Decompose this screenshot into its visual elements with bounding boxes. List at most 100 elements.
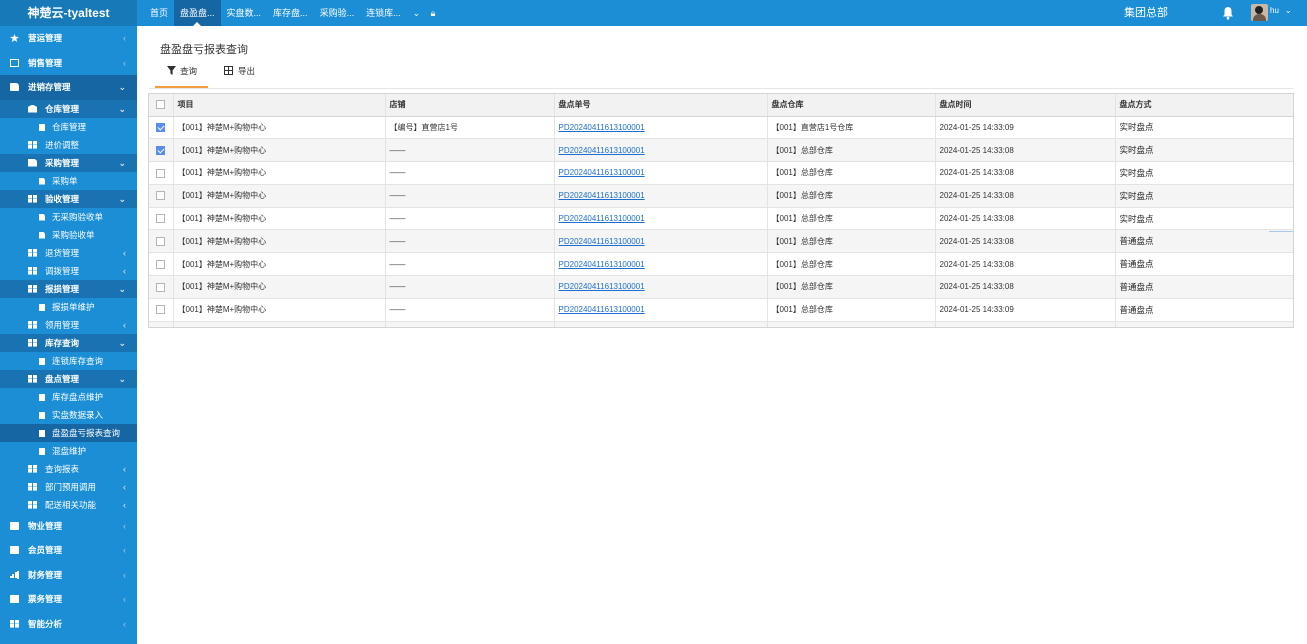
sidebar-item-0[interactable]: 营运管理 ‹ — [0, 26, 137, 51]
order-link[interactable]: PD20240411613100001 — [559, 282, 645, 291]
column-header[interactable]: 盘点仓库 — [767, 94, 936, 117]
sidebar-item-23[interactable]: 查询报表 ‹ — [0, 460, 137, 478]
sidebar-item-21[interactable]: 盘盈盘亏报表查询 — [0, 423, 137, 442]
sidebar-item-16[interactable]: 库存查询 ⌄ — [0, 333, 137, 352]
table-row[interactable]: 【001】神楚M+购物中心 【编号】直营店1号 PD2024041161310000… — [149, 116, 1293, 140]
table-row[interactable]: 【001】神楚M+购物中心 —— PD20240411613100001 【001】总… — [149, 161, 1293, 185]
row-checkbox[interactable] — [149, 161, 174, 185]
cell-order[interactable]: PD20240411613100001 — [554, 138, 768, 163]
sidebar-item-24[interactable]: 部门预用调用 ‹ — [0, 478, 137, 496]
checkbox[interactable] — [156, 237, 166, 247]
export-button[interactable]: 导出 — [224, 65, 255, 87]
sidebar-item-30[interactable]: 智能分析 ‹ — [0, 612, 137, 637]
cell-order[interactable]: PD20240411613100001 — [554, 116, 768, 140]
checkbox[interactable] — [156, 191, 166, 201]
tab-3[interactable]: 库存盘... — [267, 0, 314, 26]
cell-order[interactable]: PD20240411613100001 — [554, 229, 768, 254]
row-checkbox[interactable] — [149, 207, 174, 231]
sidebar-item-2[interactable]: 进销存管理 ⌄ — [0, 75, 137, 100]
cell-order[interactable]: PD20240411613100001 — [554, 298, 768, 322]
avatar[interactable] — [1251, 4, 1268, 21]
row-checkbox[interactable] — [149, 229, 174, 254]
cell-order[interactable]: PD20240411613100001 — [554, 275, 768, 299]
sidebar-item-9[interactable]: 无采购验收单 — [0, 208, 137, 226]
order-link[interactable]: PD20240411613100001 — [559, 123, 645, 132]
table-row[interactable]: 【001】神楚M+购物中心 —— PD20240411613100001 【001】总… — [149, 138, 1293, 163]
chevron-down-icon[interactable]: ⌄ — [1285, 0, 1292, 22]
sidebar-item-4[interactable]: 仓库管理 — [0, 118, 137, 136]
column-header[interactable]: 盘点单号 — [554, 94, 768, 117]
sidebar-item-12[interactable]: 调拨管理 ‹ — [0, 262, 137, 280]
tab-2[interactable]: 实盘数... — [221, 0, 268, 26]
select-all-checkbox[interactable] — [149, 94, 174, 117]
table-row[interactable]: 【001】神楚M+购物中心 —— PD20240411613100001 【001】总… — [149, 184, 1293, 208]
sidebar-item-20[interactable]: 实盘数据录入 — [0, 406, 137, 424]
sidebar-item-22[interactable]: 混盘维护 — [0, 442, 137, 460]
sidebar-item-27[interactable]: 会员管理 ‹ — [0, 538, 137, 563]
checkbox[interactable] — [156, 282, 166, 292]
sidebar-item-26[interactable]: 物业管理 ‹ — [0, 514, 137, 539]
sidebar-item-5[interactable]: 进价调整 — [0, 136, 137, 154]
order-link[interactable]: PD20240411613100001 — [559, 237, 645, 246]
sidebar-item-1[interactable]: 销售管理 ‹ — [0, 51, 137, 76]
org-name[interactable]: 集团总部 — [1124, 0, 1168, 26]
table-row[interactable]: 【001】神楚M+购物中心 —— PD20240411613100001 【001】总… — [149, 298, 1293, 322]
chevron-down-icon[interactable]: ⌄ — [407, 0, 425, 26]
checkbox[interactable] — [156, 214, 166, 224]
order-link[interactable]: PD20240411613100001 — [559, 146, 645, 155]
cell-order[interactable]: PD20240411613100001 — [554, 207, 768, 231]
sidebar-item-11[interactable]: 退货管理 ‹ — [0, 244, 137, 262]
bell-icon[interactable] — [1222, 6, 1234, 20]
table-row[interactable]: 【001】神楚M+购物中心 —— PD20240411613100001 【001】总… — [149, 252, 1293, 277]
sidebar-item-7[interactable]: 采购单 — [0, 172, 137, 190]
checkbox[interactable] — [156, 145, 166, 155]
order-link[interactable]: PD20240411613100001 — [559, 168, 645, 177]
sidebar-item-25[interactable]: 配送相关功能 ‹ — [0, 496, 137, 514]
sidebar-item-19[interactable]: 库存盘点维护 — [0, 388, 137, 406]
column-header[interactable]: 项目 — [173, 94, 386, 117]
row-checkbox[interactable] — [149, 138, 174, 163]
tab-0[interactable]: 首页 — [144, 0, 174, 26]
cell-order[interactable]: PD20240411613100001 — [554, 252, 768, 277]
scrollbar[interactable] — [1269, 231, 1293, 232]
order-link[interactable]: PD20240411613100001 — [559, 214, 645, 223]
cell-order[interactable]: PD20240411613100001 — [554, 161, 768, 185]
column-header[interactable]: 盘点时间 — [935, 94, 1116, 117]
sidebar-item-29[interactable]: 票务管理 ‹ — [0, 587, 137, 612]
order-link[interactable]: PD20240411613100001 — [559, 260, 645, 269]
row-checkbox[interactable] — [149, 252, 174, 277]
order-link[interactable]: PD20240411613100001 — [559, 191, 645, 200]
user-name[interactable]: hu — [1270, 0, 1279, 22]
lock-icon[interactable]: 🔒︎ — [425, 0, 439, 26]
cell-order[interactable]: PD20240411613100001 — [554, 184, 768, 208]
checkbox[interactable] — [156, 168, 166, 178]
row-checkbox[interactable] — [149, 275, 174, 299]
table-row[interactable]: 【001】神楚M+购物中心 —— PD20240411613100001 【001】总… — [149, 275, 1293, 299]
column-header[interactable]: 盘点方式 — [1115, 94, 1293, 117]
sidebar-item-28[interactable]: 财务管理 ‹ — [0, 563, 137, 588]
table-row[interactable]: 【001】神楚M+购物中心 —— PD20240411613100001 【001】总… — [149, 229, 1293, 254]
sidebar-item-8[interactable]: 验收管理 ⌄ — [0, 189, 137, 208]
checkbox[interactable] — [156, 305, 166, 315]
row-checkbox[interactable] — [149, 184, 174, 208]
tab-1[interactable]: 盘盈盘... — [174, 0, 221, 26]
sidebar-item-18[interactable]: 盘点管理 ⌄ — [0, 369, 137, 388]
sidebar-item-10[interactable]: 采购验收单 — [0, 226, 137, 244]
sidebar-item-3[interactable]: 仓库管理 ⌄ — [0, 99, 137, 118]
app-title[interactable]: 神楚云-tyaltest — [0, 0, 137, 26]
checkbox[interactable] — [156, 123, 166, 133]
table-row[interactable]: 【001】神楚M+购物中心 —— PD20240411613100001 【001】总… — [149, 207, 1293, 231]
row-checkbox[interactable] — [149, 298, 174, 322]
sidebar-item-6[interactable]: 采购管理 ⌄ — [0, 153, 137, 172]
column-header[interactable]: 店铺 — [385, 94, 555, 117]
tab-4[interactable]: 采购验... — [314, 0, 361, 26]
sidebar-item-15[interactable]: 领用管理 ‹ — [0, 316, 137, 334]
sidebar-item-17[interactable]: 连锁库存查询 — [0, 352, 137, 370]
order-link[interactable]: PD20240411613100001 — [559, 305, 645, 314]
row-checkbox[interactable] — [149, 116, 174, 140]
tab-5[interactable]: 连锁库... — [360, 0, 407, 26]
query-button[interactable]: 查询 — [155, 65, 208, 88]
checkbox[interactable] — [156, 259, 166, 269]
sidebar-item-14[interactable]: 报损单维护 — [0, 298, 137, 316]
sidebar-item-13[interactable]: 报损管理 ⌄ — [0, 279, 137, 298]
